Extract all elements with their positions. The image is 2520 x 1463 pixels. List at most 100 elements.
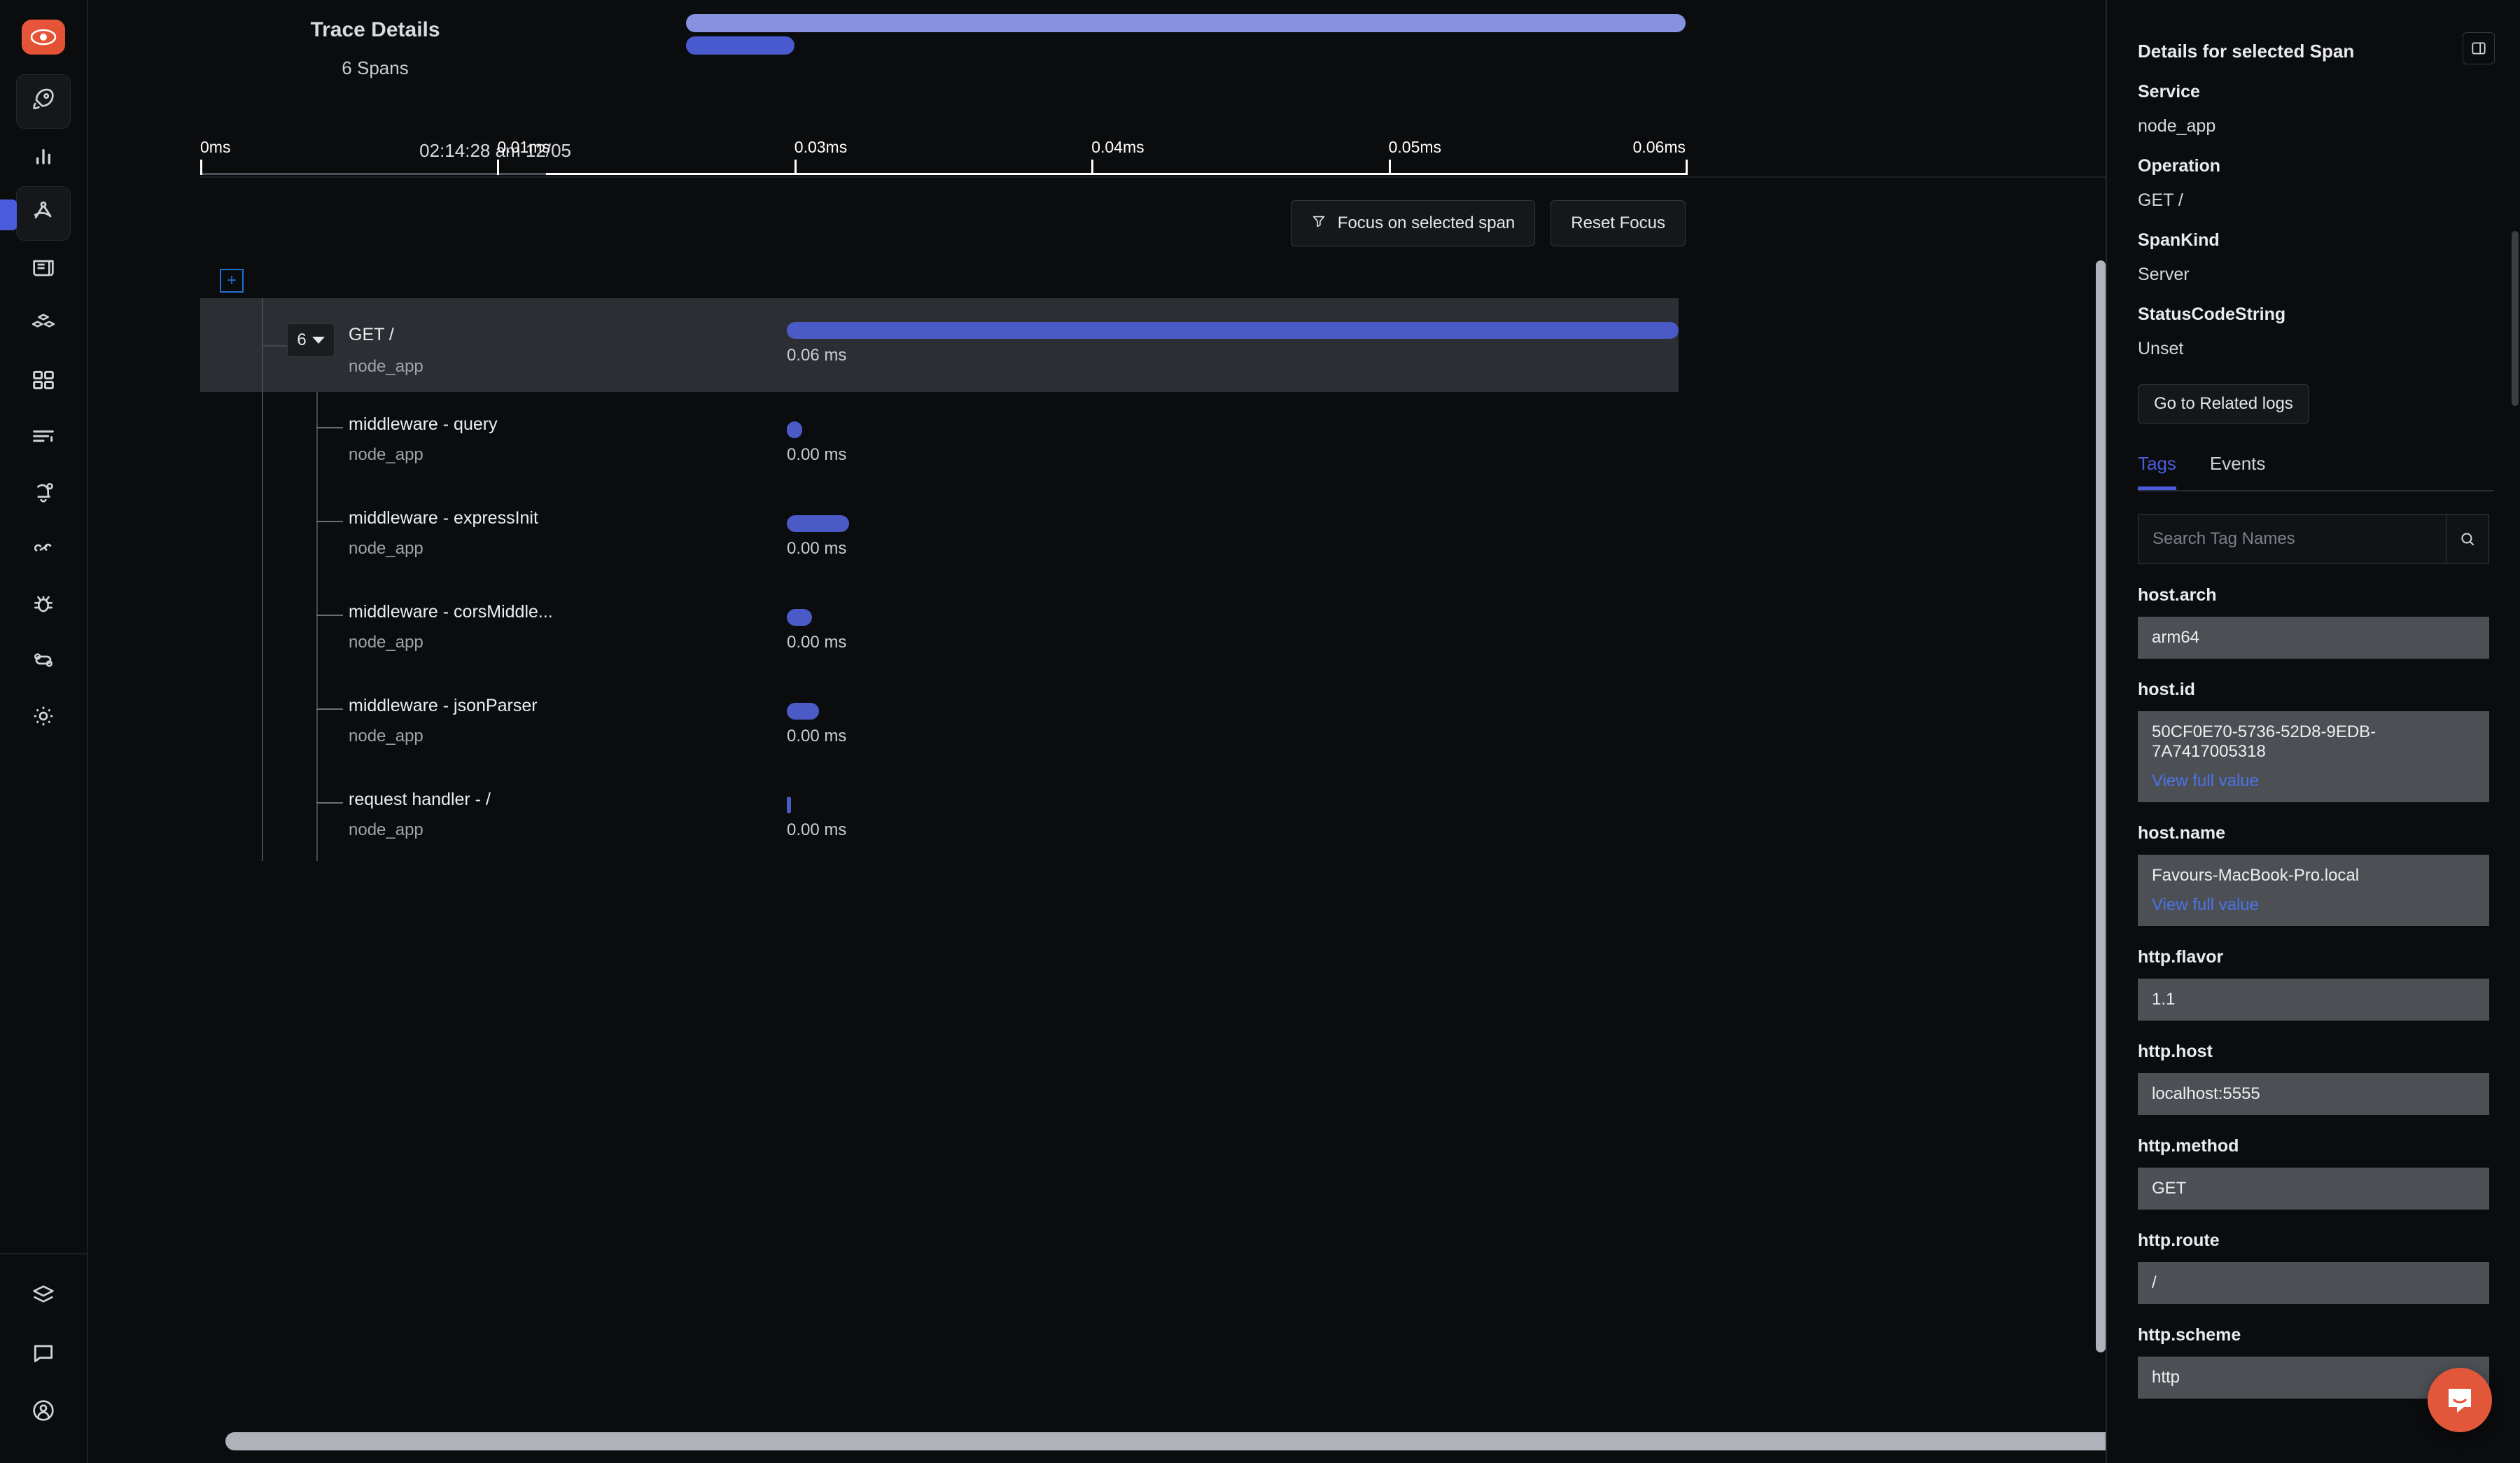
span-horizontal-scrollbar[interactable] — [225, 1432, 2149, 1450]
detail-label: Operation — [2138, 156, 2221, 176]
minimap-full-bar — [686, 14, 1686, 32]
tag-key: http.host — [2138, 1042, 2213, 1061]
focus-on-selected-span-button[interactable]: Focus on selected span — [1290, 200, 1536, 246]
go-to-related-logs-button[interactable]: Go to Related logs — [2138, 384, 2309, 424]
details-vertical-scrollbar[interactable] — [2512, 231, 2519, 406]
span-row[interactable]: middleware - expressInit node_app 0.00 ms — [200, 486, 1679, 580]
sidebar-item-alerts[interactable] — [16, 466, 71, 521]
scroll-thumb[interactable] — [225, 1432, 2149, 1450]
tag-list: host.arch arm64 host.id 50CF0E70-5736-52D8-… — [2107, 585, 2520, 1399]
focus-button-label: Focus on selected span — [1337, 214, 1516, 232]
ruler-tick-mark — [794, 160, 797, 175]
sidebar-item-account[interactable] — [16, 1385, 71, 1439]
sidebar-item-workflows[interactable] — [16, 634, 71, 689]
minimap-selection-bar[interactable] — [686, 36, 794, 55]
expand-plus-icon[interactable]: + — [220, 269, 244, 293]
span-bar-area: 0.00 ms — [787, 580, 1679, 673]
span-duration-bar[interactable] — [787, 797, 792, 813]
span-bar-area: 0.00 ms — [787, 486, 1679, 580]
cubes-icon — [29, 310, 57, 342]
tab-events[interactable]: Events — [2210, 453, 2266, 490]
span-duration-bar[interactable] — [787, 421, 802, 438]
tree-connector — [262, 486, 263, 580]
sidebar-item-pipelines[interactable] — [16, 522, 71, 577]
tag-item: host.arch arm64 — [2138, 585, 2489, 659]
tag-value[interactable]: Favours-MacBook-Pro.local View full value — [2138, 855, 2489, 926]
tab-tags[interactable]: Tags — [2138, 453, 2176, 490]
tag-value[interactable]: arm64 — [2138, 617, 2489, 659]
sidebar-item-integrations[interactable] — [16, 1270, 71, 1324]
detail-value: GET / — [2138, 190, 2183, 210]
tag-value-text: / — [2152, 1273, 2157, 1292]
tag-key: http.method — [2138, 1136, 2239, 1156]
detail-label: SpanKind — [2138, 230, 2220, 250]
sidebar-item-traces[interactable] — [0, 186, 71, 241]
span-row[interactable]: request handler - / node_app 0.00 ms — [200, 767, 1679, 861]
sidebar-item-settings[interactable] — [16, 690, 71, 745]
span-row[interactable]: middleware - jsonParser node_app 0.00 ms — [200, 673, 1679, 767]
span-duration-bar[interactable] — [787, 609, 812, 626]
tag-value[interactable]: GET — [2138, 1168, 2489, 1210]
tag-value-text: GET — [2152, 1179, 2187, 1198]
span-vertical-scrollbar[interactable] — [2096, 260, 2106, 1408]
span-name: GET / — [349, 325, 394, 344]
tag-item: http.route / — [2138, 1231, 2489, 1304]
intercom-chat-icon[interactable] — [2428, 1368, 2492, 1432]
tag-value[interactable]: / — [2138, 1262, 2489, 1304]
ruler-tick-label: 0ms — [200, 138, 231, 156]
scroll-thumb[interactable] — [2096, 260, 2106, 1352]
span-service: node_app — [349, 539, 424, 558]
bell-icon — [29, 478, 57, 510]
span-row[interactable]: middleware - query node_app 0.00 ms — [200, 392, 1679, 486]
trace-header: Trace Details 6 Spans — [88, 0, 2106, 132]
tag-value[interactable]: 1.1 — [2138, 979, 2489, 1021]
sidebar-item-get-started[interactable] — [16, 74, 71, 129]
span-row[interactable]: middleware - corsMiddle... node_app 0.00 m… — [200, 580, 1679, 673]
ruler-tick-mark — [200, 160, 202, 175]
tree-connector — [262, 580, 263, 673]
details-title: Details for selected Span — [2138, 41, 2355, 62]
tabs-divider — [2138, 490, 2493, 491]
search-icon[interactable] — [2446, 514, 2489, 564]
detail-field: StatusCodeString Unset — [2107, 304, 2520, 359]
sidebar-item-services[interactable] — [16, 298, 71, 353]
span-duration-label: 0.00 ms — [787, 727, 847, 746]
rocket-icon — [29, 86, 57, 118]
ruler-baseline-dim — [200, 173, 546, 175]
span-bar-area: 0.00 ms — [787, 767, 1679, 861]
eye-logo-icon[interactable] — [22, 20, 65, 55]
timeline-ruler: 0ms 0.01ms 0.03ms 0.04ms 0.05ms 0.06ms — [200, 138, 1688, 178]
sidebar-item-metrics[interactable] — [16, 130, 71, 185]
trace-minimap[interactable] — [686, 14, 1686, 73]
view-full-value-link[interactable]: View full value — [2152, 771, 2475, 791]
tag-value[interactable]: 50CF0E70-5736-52D8-9EDB-7A7417005318 View… — [2138, 711, 2489, 802]
span-duration-bar[interactable] — [787, 703, 819, 720]
child-count-toggle[interactable]: 6 — [287, 323, 335, 357]
funnel-icon — [1311, 214, 1326, 234]
panel-toggle-icon[interactable] — [2463, 32, 2495, 64]
view-full-value-link[interactable]: View full value — [2152, 895, 2475, 915]
sidebar-item-errors[interactable] — [16, 578, 71, 633]
reset-focus-button[interactable]: Reset Focus — [1550, 200, 1686, 246]
span-row[interactable]: 6 GET / node_app 0.06 ms — [200, 298, 1679, 392]
detail-field: Service node_app — [2107, 82, 2520, 136]
tag-key: http.flavor — [2138, 947, 2224, 967]
tag-value[interactable]: localhost:5555 — [2138, 1073, 2489, 1115]
sidebar-item-support[interactable] — [16, 1327, 71, 1382]
sidebar-item-logs[interactable] — [16, 242, 71, 297]
tree-connector — [316, 392, 318, 486]
tree-connector — [316, 767, 318, 861]
list-lines-icon — [29, 422, 57, 454]
sidebar-item-exceptions[interactable] — [16, 410, 71, 465]
pipeline-icon — [29, 534, 57, 566]
span-duration-bar[interactable] — [787, 322, 1679, 339]
search-input[interactable] — [2138, 514, 2446, 564]
sidebar-item-dashboards[interactable] — [16, 354, 71, 409]
ruler-tick-label: 0.01ms — [497, 138, 550, 156]
left-nav-rail — [0, 0, 88, 1463]
details-header: Details for selected Span — [2107, 0, 2520, 64]
detail-value: Unset — [2138, 339, 2184, 358]
span-duration-label: 0.00 ms — [787, 633, 847, 652]
tag-key: http.route — [2138, 1231, 2220, 1250]
span-duration-bar[interactable] — [787, 515, 850, 532]
